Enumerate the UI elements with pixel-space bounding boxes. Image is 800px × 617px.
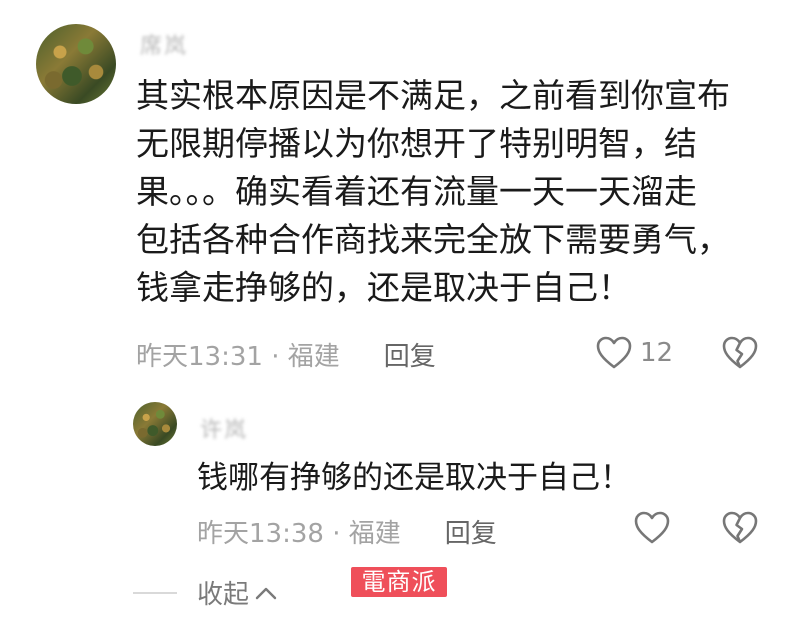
- timestamp-location: 昨天13:31 · 福建: [136, 342, 340, 372]
- collapse-label: 收起: [197, 580, 250, 610]
- comment-line: 钱拿走挣够的，还是取决于自己！: [136, 268, 631, 307]
- comment-line: 果。。。确实看着还有流量一天一天溜走: [136, 172, 697, 211]
- broken-heart-icon: [722, 511, 758, 544]
- heart-icon: [634, 511, 670, 544]
- collapse-replies-button[interactable]: 收起: [133, 574, 277, 611]
- dislike-button[interactable]: [722, 511, 758, 549]
- comment-text: 其实根本原因是不满足，之前看到你宣布 无限期停播以为你想开了特别明智，结 果。。…: [136, 72, 756, 312]
- dislike-button[interactable]: [722, 336, 758, 374]
- comment-meta: 昨天13:31 · 福建 回复: [136, 336, 436, 373]
- watermark-logo: 電商派: [351, 567, 447, 597]
- comment-line: 其实根本原因是不满足，之前看到你宣布: [136, 76, 730, 115]
- like-count: 12: [640, 338, 674, 368]
- like-button[interactable]: 12: [596, 336, 673, 370]
- like-button[interactable]: [634, 511, 670, 545]
- broken-heart-icon: [722, 336, 758, 369]
- avatar[interactable]: [36, 24, 116, 104]
- reply-meta: 昨天13:38 · 福建 回复: [197, 513, 497, 550]
- reply-text: 钱哪有挣够的还是取决于自己！: [197, 460, 631, 496]
- avatar[interactable]: [133, 402, 177, 446]
- username[interactable]: 许岚: [200, 412, 248, 444]
- timestamp-location: 昨天13:38 · 福建: [197, 519, 401, 549]
- heart-icon: [596, 336, 632, 369]
- reply-button[interactable]: 回复: [384, 336, 436, 373]
- reply-button[interactable]: 回复: [445, 513, 497, 550]
- divider: [133, 591, 177, 594]
- chevron-up-icon: [255, 587, 277, 599]
- comment-line: 无限期停播以为你想开了特别明智，结: [136, 124, 697, 163]
- username[interactable]: 席岚: [140, 28, 188, 60]
- comment-line: 包括各种合作商找来完全放下需要勇气，: [136, 220, 730, 259]
